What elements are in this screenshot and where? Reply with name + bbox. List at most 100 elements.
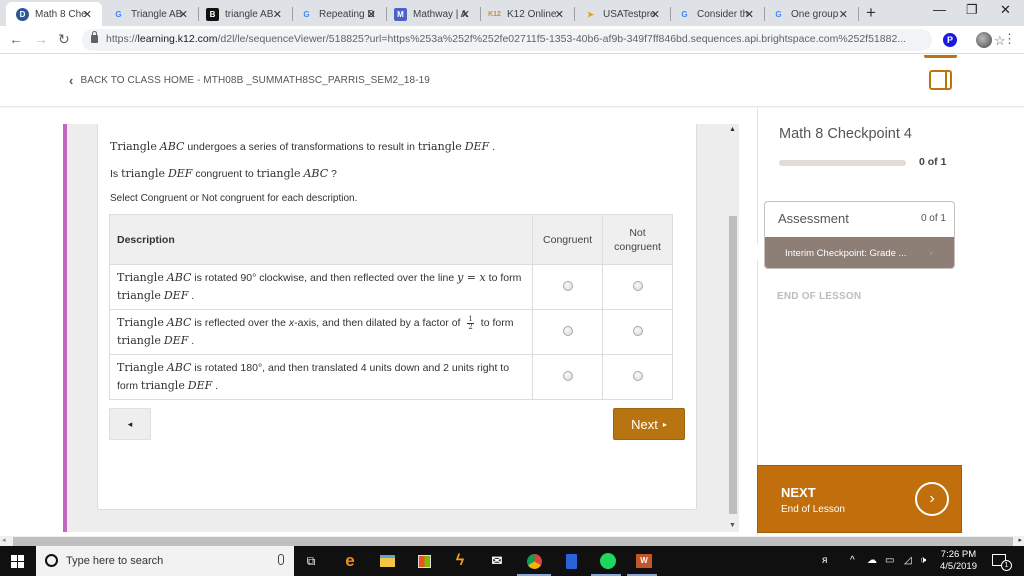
task-view-icon[interactable]: ⧉ (301, 551, 321, 571)
file-explorer-icon[interactable] (377, 551, 397, 571)
question-prompt: Is triangle DEF congruent to triangle AB… (110, 167, 337, 180)
browser-toolbar: ← → ↻ https://learning.k12.com/d2l/le/se… (0, 26, 1024, 54)
back-arrow-icon[interactable]: ← (9, 31, 23, 47)
tab-k12-online[interactable]: K12 K12 Online ✕ (478, 2, 575, 26)
people-icon[interactable]: ᴙ (822, 555, 827, 566)
next-button[interactable]: Next ▸ (613, 408, 685, 440)
close-tab-icon[interactable]: ✕ (745, 8, 754, 21)
tab-consider-google[interactable]: G Consider th ✕ (668, 2, 765, 26)
assessment-heading[interactable]: Assessment (778, 211, 849, 226)
congruent-radio[interactable] (562, 325, 573, 336)
microphone-icon[interactable] (278, 554, 284, 565)
close-tab-icon[interactable]: ✕ (83, 8, 92, 21)
edge-browser-icon[interactable]: e (340, 551, 360, 571)
tab-mathway[interactable]: M Mathway | A ✕ (384, 2, 481, 26)
forward-arrow-icon[interactable]: → (34, 31, 48, 47)
scroll-left-arrow-icon[interactable]: ◂ (2, 536, 6, 544)
scroll-right-arrow-icon[interactable]: ▸ (1018, 536, 1022, 544)
tab-math-8-checkpoint[interactable]: D Math 8 Che ✕ (6, 2, 102, 26)
close-tab-icon[interactable]: ✕ (179, 8, 188, 21)
clock-date: 4/5/2019 (940, 561, 977, 572)
action-center-icon[interactable]: 1 (992, 554, 1012, 571)
not-congruent-radio[interactable] (632, 370, 643, 381)
minimize-button[interactable]: — (933, 2, 946, 17)
triangle-right-icon: ▸ (662, 419, 667, 429)
mail-icon[interactable]: ✉ (487, 551, 507, 571)
profile-avatar[interactable] (976, 32, 992, 48)
back-link-label: BACK TO CLASS HOME - MTH08B _SUMMATH8SC_… (80, 75, 430, 86)
tab-triangle-brainly[interactable]: B triangle AB ✕ (196, 2, 293, 26)
address-bar[interactable]: https://learning.k12.com/d2l/le/sequence… (82, 29, 1006, 51)
question-instruction: Select Congruent or Not congruent for ea… (110, 193, 358, 204)
next-lesson-title: NEXT (781, 485, 816, 500)
show-hidden-icons-chevron[interactable]: ^ (850, 555, 855, 566)
store-icon[interactable] (414, 551, 434, 571)
header-not-congruent: Not congruent (602, 214, 673, 265)
assessment-count: 0 of 1 (920, 213, 946, 224)
cortana-icon (45, 554, 58, 567)
search-placeholder: Type here to search (66, 555, 164, 567)
table-row: Triangle ABC is reflected over the x-axi… (108, 309, 673, 355)
office-icon[interactable] (561, 551, 581, 571)
tab-one-group-google[interactable]: G One group ✕ (762, 2, 859, 26)
browser-menu-icon[interactable]: ⋮ (1003, 31, 1016, 47)
google-icon: G (775, 9, 782, 19)
next-lesson-subtitle: End of Lesson (781, 504, 845, 515)
close-tab-icon[interactable]: ✕ (839, 8, 848, 21)
not-congruent-radio[interactable] (632, 280, 643, 291)
scrollbar-thumb[interactable] (729, 216, 737, 514)
d2l-icon: D (16, 7, 29, 21)
google-icon: G (681, 9, 688, 19)
lightning-app-icon[interactable]: ϟ (450, 551, 470, 571)
course-header: ‹ BACK TO CLASS HOME - MTH08B _SUMMATH8S… (0, 55, 1024, 107)
notification-badge: 1 (1001, 560, 1012, 571)
previous-button[interactable]: ◂ (109, 408, 151, 440)
url-text[interactable]: https://learning.k12.com/d2l/le/sequence… (106, 33, 906, 45)
close-tab-icon[interactable]: ✕ (461, 8, 470, 21)
volume-icon[interactable]: 🕩 (920, 555, 926, 566)
windows-start-icon[interactable] (11, 555, 24, 568)
spotify-icon[interactable] (598, 551, 618, 571)
active-indicator (924, 55, 957, 58)
new-tab-button[interactable]: + (866, 3, 876, 23)
tab-triangle-google[interactable]: G Triangle AB ✕ (102, 2, 199, 26)
congruent-radio[interactable] (562, 370, 573, 381)
word-icon[interactable]: W (634, 551, 654, 571)
taskbar-clock[interactable]: 7:26 PM 4/5/2019 (940, 549, 977, 573)
chevron-left-icon: ‹ (69, 73, 74, 88)
taskbar-search-box[interactable]: Type here to search (36, 546, 294, 576)
wifi-icon[interactable]: ◿ (904, 555, 912, 566)
table-header-row: Description Congruent Not congruent (108, 214, 673, 265)
row-description: Triangle ABC is rotated 180°, and then t… (108, 354, 534, 400)
reload-icon[interactable]: ↻ (58, 31, 70, 48)
module-progress-bar (779, 160, 906, 166)
close-tab-icon[interactable]: ✕ (273, 8, 282, 21)
fraction-one-half: 12 (467, 314, 474, 331)
accent-bar (63, 124, 67, 532)
scroll-up-arrow-icon[interactable]: ▲ (729, 126, 736, 133)
restore-button[interactable]: ❐ (966, 2, 978, 18)
onedrive-cloud-icon[interactable]: ☁ (867, 555, 877, 566)
next-button-label: Next (631, 416, 658, 432)
tab-usatestprep[interactable]: ➤ USATestpre ✕ (574, 2, 671, 26)
tab-repeating-google[interactable]: G Repeating D ✕ (290, 2, 387, 26)
close-tab-icon[interactable]: ✕ (367, 8, 376, 21)
congruent-radio[interactable] (562, 280, 573, 291)
scrollbar-thumb[interactable] (13, 537, 1013, 546)
congruent-cell (532, 309, 604, 355)
close-window-button[interactable]: ✕ (1000, 2, 1011, 18)
chrome-icon[interactable] (524, 551, 544, 571)
pinterest-extension-icon[interactable]: P (943, 33, 957, 47)
back-to-class-home-link[interactable]: ‹ BACK TO CLASS HOME - MTH08B _SUMMATH8S… (69, 73, 430, 88)
assessment-item-interim-checkpoint[interactable]: Interim Checkpoint: Grade ... • (765, 237, 954, 268)
toggle-sidebar-icon[interactable] (929, 70, 952, 90)
close-tab-icon[interactable]: ✕ (651, 8, 660, 21)
scroll-down-arrow-icon[interactable]: ▼ (729, 522, 736, 529)
close-tab-icon[interactable]: ✕ (555, 8, 564, 21)
content-vertical-scrollbar[interactable]: ▲ ▼ (727, 124, 739, 532)
not-congruent-radio[interactable] (632, 325, 643, 336)
clock-time: 7:26 PM (940, 549, 977, 560)
table-row: Triangle ABC is rotated 90° clockwise, a… (108, 264, 673, 310)
next-lesson-button[interactable]: NEXT End of Lesson › (757, 465, 962, 533)
network-icon[interactable]: ▭ (885, 555, 894, 566)
